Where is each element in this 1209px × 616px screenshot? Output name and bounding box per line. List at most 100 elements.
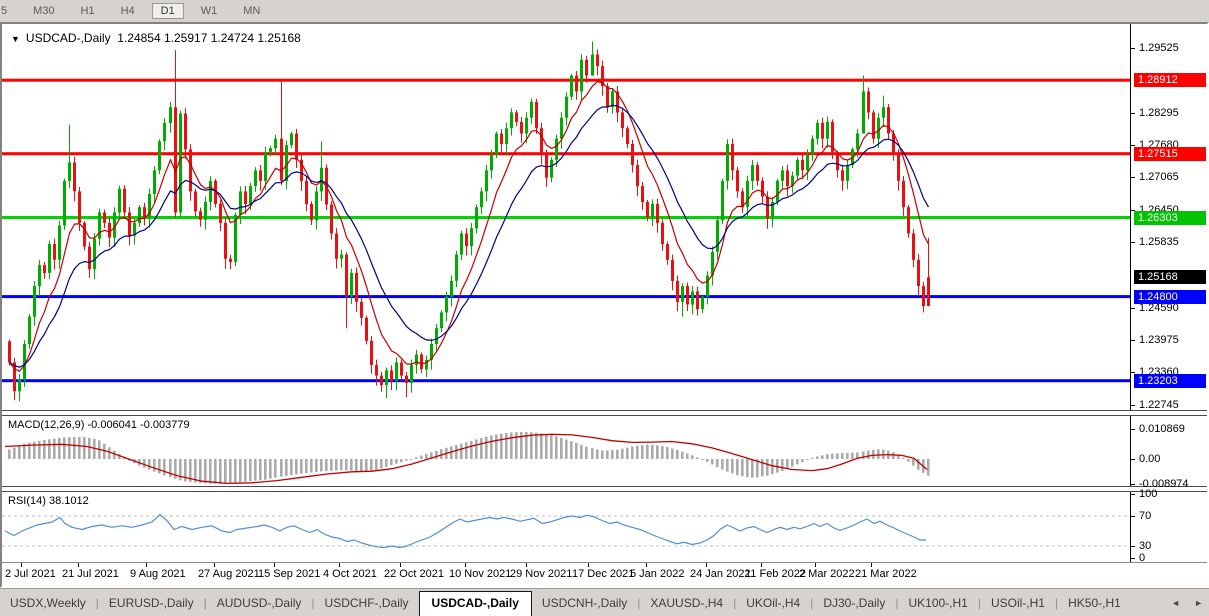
tab-audusd-daily[interactable]: AUDUSD-,Daily: [207, 592, 312, 614]
macd-axis: 0.0108690.00-0.008974: [1130, 416, 1208, 486]
price-tick: [1131, 48, 1135, 49]
tab-scroll-left-icon[interactable]: ◄: [1171, 598, 1180, 608]
x-axis-label: 22 Oct 2021: [384, 568, 444, 580]
time-tick: [339, 563, 340, 567]
tab-uk100-h1[interactable]: UK100-,H1: [898, 592, 977, 614]
price-tick-label: 1.25835: [1139, 236, 1179, 248]
price-axis: 1.295251.282951.276801.270651.264501.258…: [1130, 24, 1208, 410]
x-axis-label: 21 Jul 2021: [62, 568, 119, 580]
x-axis-label: 29 Nov 2021: [510, 568, 572, 580]
period-button-mn[interactable]: MN: [234, 3, 269, 19]
tab-xauusd-h4[interactable]: XAUUSD-,H4: [640, 592, 733, 614]
macd-tick: [1131, 484, 1135, 485]
tab-ukoil-h4[interactable]: UKOil-,H4: [736, 592, 810, 614]
rsi-tick: [1131, 558, 1135, 559]
time-tick: [21, 563, 22, 567]
tab-usdcnh-daily[interactable]: USDCNH-,Daily: [532, 592, 637, 614]
period-toolbar: 5 M30 H1 H4 D1 W1 MN: [0, 0, 1209, 22]
price-badge-1.25168: 1.25168: [1134, 270, 1206, 284]
price-tick: [1131, 405, 1135, 406]
rsi-label: RSI(14) 38.1012: [8, 495, 89, 507]
tab-usdchf-daily[interactable]: USDCHF-,Daily: [315, 592, 419, 614]
tab-scroll-right-icon[interactable]: ►: [1194, 598, 1203, 608]
period-button-h4[interactable]: H4: [112, 3, 144, 19]
level-line-1.26303: [2, 216, 1130, 219]
price-tick-label: 1.28295: [1139, 107, 1179, 119]
macd-label: MACD(12,26,9) -0.006041 -0.003779: [8, 419, 190, 431]
price-chart-plot[interactable]: [2, 24, 1130, 410]
price-tick-label: 1.22745: [1139, 399, 1179, 411]
x-axis-label: 4 Oct 2021: [323, 568, 377, 580]
level-line-1.23203: [2, 379, 1130, 382]
price-tick-label: 1.27065: [1139, 171, 1179, 183]
rsi-tick-label: 30: [1139, 540, 1151, 552]
x-axis-label: 15 Sep 2021: [258, 568, 320, 580]
time-tick: [274, 563, 275, 567]
time-tick: [526, 563, 527, 567]
period-button-5[interactable]: 5: [0, 3, 16, 19]
x-axis-label: 10 Nov 2021: [449, 568, 511, 580]
period-button-d1[interactable]: D1: [152, 3, 184, 19]
tab-hk50-h1[interactable]: HK50-,H1: [1058, 592, 1131, 614]
x-axis-label: 17 Dec 2021: [572, 568, 634, 580]
price-tick: [1131, 113, 1135, 114]
rsi-tick: [1131, 494, 1135, 495]
time-tick: [761, 563, 762, 567]
price-tick: [1131, 372, 1135, 373]
tab-usoil-h1[interactable]: USOil-,H1: [981, 592, 1055, 614]
time-tick: [78, 563, 79, 567]
time-tick: [465, 563, 466, 567]
rsi-tick-label: 100: [1139, 488, 1157, 500]
time-tick: [815, 563, 816, 567]
macd-tick: [1131, 459, 1135, 460]
x-axis-label: 2 Mar 2022: [799, 568, 855, 580]
price-tick: [1131, 308, 1135, 309]
time-tick: [146, 563, 147, 567]
time-tick: [706, 563, 707, 567]
time-axis: 2 Jul 202121 Jul 20219 Aug 202127 Aug 20…: [2, 562, 1207, 589]
rsi-tick: [1131, 516, 1135, 517]
chart-symbol-label: USDCAD-,Daily: [26, 31, 111, 45]
price-badge-1.28912: 1.28912: [1134, 73, 1206, 87]
x-axis-label: 5 Jan 2022: [630, 568, 684, 580]
price-tick: [1131, 177, 1135, 178]
time-tick: [214, 563, 215, 567]
macd-tick: [1131, 429, 1135, 430]
macd-pane[interactable]: MACD(12,26,9) -0.006041 -0.003779 0.0108…: [2, 416, 1207, 486]
chart-title: ▼ USDCAD-,Daily 1.24854 1.25917 1.24724 1…: [11, 31, 301, 45]
chart-ohlc-values: 1.24854 1.25917 1.24724 1.25168: [117, 31, 301, 45]
time-tick: [646, 563, 647, 567]
rsi-tick: [1131, 546, 1135, 547]
price-tick: [1131, 145, 1135, 146]
chart-window: ▼ USDCAD-,Daily 1.24854 1.25917 1.24724 1…: [0, 22, 1209, 588]
rsi-plot[interactable]: [2, 492, 1130, 562]
rsi-pane[interactable]: RSI(14) 38.1012 10070300: [2, 492, 1207, 562]
rsi-axis: 10070300: [1130, 492, 1208, 562]
price-tick-label: 1.23975: [1139, 334, 1179, 346]
price-badge-1.23203: 1.23203: [1134, 374, 1206, 388]
chart-dropdown-icon[interactable]: ▼: [11, 34, 20, 44]
price-pane[interactable]: ▼ USDCAD-,Daily 1.24854 1.25917 1.24724 1…: [2, 24, 1207, 410]
tab-usdx-weekly[interactable]: USDX,Weekly: [0, 592, 96, 614]
price-badge-1.27515: 1.27515: [1134, 147, 1206, 161]
level-line-1.28912: [2, 79, 1130, 82]
tab-dj30-daily[interactable]: DJ30-,Daily: [813, 592, 895, 614]
macd-tick-label: 0.010869: [1139, 423, 1185, 435]
macd-tick-label: 0.00: [1139, 453, 1160, 465]
price-badge-1.24800: 1.24800: [1134, 290, 1206, 304]
period-button-w1[interactable]: W1: [192, 3, 227, 19]
tab-eurusd-daily[interactable]: EURUSD-,Daily: [99, 592, 204, 614]
level-line-1.248: [2, 295, 1130, 298]
x-axis-label: 11 Feb 2022: [745, 568, 806, 580]
period-button-h1[interactable]: H1: [72, 3, 104, 19]
x-axis-label: 24 Jan 2022: [690, 568, 751, 580]
time-tick: [871, 563, 872, 567]
x-axis-label: 21 Mar 2022: [855, 568, 917, 580]
period-button-m30[interactable]: M30: [24, 3, 63, 19]
tab-usdcad-daily[interactable]: USDCAD-,Daily: [419, 591, 532, 616]
price-badge-1.26303: 1.26303: [1134, 211, 1206, 225]
chart-tab-bar: USDX,Weekly|EURUSD-,Daily|AUDUSD-,Daily|…: [0, 588, 1209, 616]
time-tick: [400, 563, 401, 567]
time-tick: [588, 563, 589, 567]
x-axis-label: 2 Jul 2021: [5, 568, 56, 580]
